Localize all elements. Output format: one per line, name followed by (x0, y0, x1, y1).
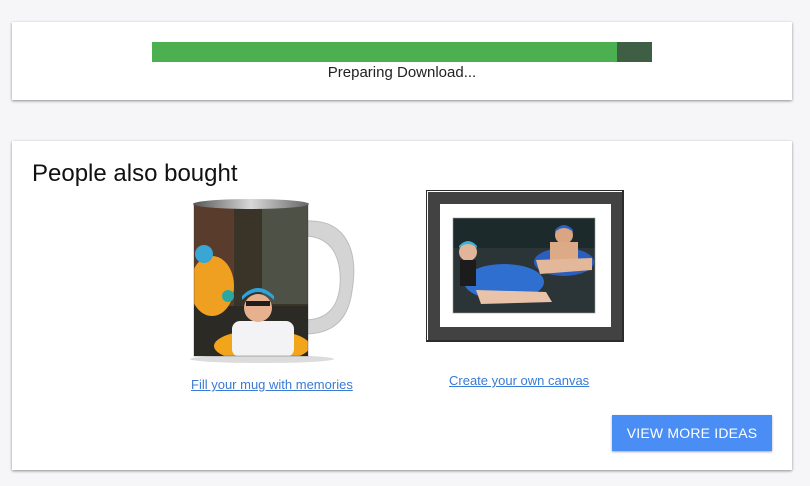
section-title: People also bought (32, 160, 238, 187)
people-also-bought-card: People also bought Fill your mug with me… (12, 141, 792, 470)
mug-product-link[interactable]: Fill your mug with memories (191, 377, 353, 392)
mug-product-image[interactable] (182, 196, 362, 364)
view-more-ideas-button[interactable]: VIEW MORE IDEAS (612, 415, 772, 451)
download-progress-card: Preparing Download... (12, 22, 792, 100)
download-progress-bar (152, 42, 652, 62)
canvas-product-image[interactable] (425, 189, 625, 343)
download-status-text: Preparing Download... (327, 64, 477, 81)
canvas-product-link[interactable]: Create your own canvas (449, 373, 589, 388)
download-progress-fill (152, 42, 617, 62)
